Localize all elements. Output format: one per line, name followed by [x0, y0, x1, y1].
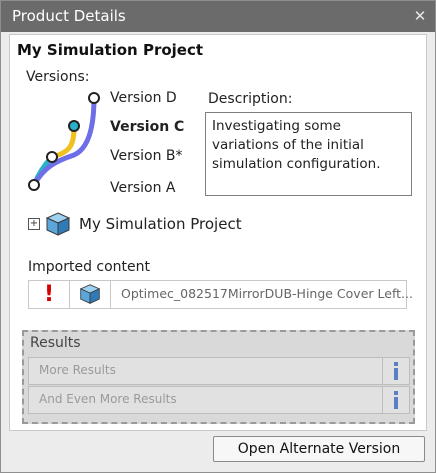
result-item-label: And Even More Results [39, 392, 177, 406]
version-item-c[interactable]: Version C [110, 119, 184, 135]
imported-content-label: Imported content [28, 259, 151, 275]
results-title: Results [30, 335, 81, 351]
cube-icon [79, 284, 101, 304]
result-item-label: More Results [39, 363, 116, 377]
version-d-node [88, 92, 100, 104]
version-b-node [46, 151, 58, 163]
open-alternate-version-button[interactable]: Open Alternate Version [213, 436, 425, 462]
title-bar: Product Details ✕ [1, 1, 435, 32]
details-panel: My Simulation Project Versions: Version … [9, 34, 427, 431]
expand-icon[interactable]: + [28, 218, 40, 230]
info-icon[interactable] [382, 358, 409, 384]
product-details-window: Product Details ✕ My Simulation Project … [0, 0, 436, 473]
version-item-a[interactable]: Version A [110, 180, 176, 196]
close-icon[interactable]: ✕ [411, 7, 429, 25]
version-item-b[interactable]: Version B* [110, 148, 183, 164]
result-item[interactable]: More Results [28, 357, 410, 385]
imported-item-name: Optimec_082517MirrorDUB-Hinge Cover Left… [121, 286, 413, 301]
description-label: Description: [208, 91, 293, 107]
version-a-node [28, 179, 40, 191]
results-group: Results More Results And Even More Resul… [22, 330, 415, 424]
versions-label: Versions: [26, 69, 90, 85]
window-title: Product Details [12, 7, 126, 25]
version-item-d[interactable]: Version D [110, 90, 177, 106]
type-cell [70, 281, 111, 308]
result-item[interactable]: And Even More Results [28, 386, 410, 414]
project-title: My Simulation Project [17, 41, 204, 59]
info-icon[interactable] [382, 387, 409, 413]
imported-item-row[interactable]: ! Optimec_082517MirrorDUB-Hinge Cover Le… [28, 280, 413, 309]
version-c-node [68, 120, 80, 132]
status-cell: ! [29, 281, 70, 308]
cube-icon [45, 212, 71, 236]
version-graph-icon [28, 92, 100, 191]
tree-item-label: My Simulation Project [79, 215, 242, 233]
error-icon: ! [43, 282, 55, 307]
description-text[interactable]: Investigating some variations of the ini… [205, 112, 412, 196]
